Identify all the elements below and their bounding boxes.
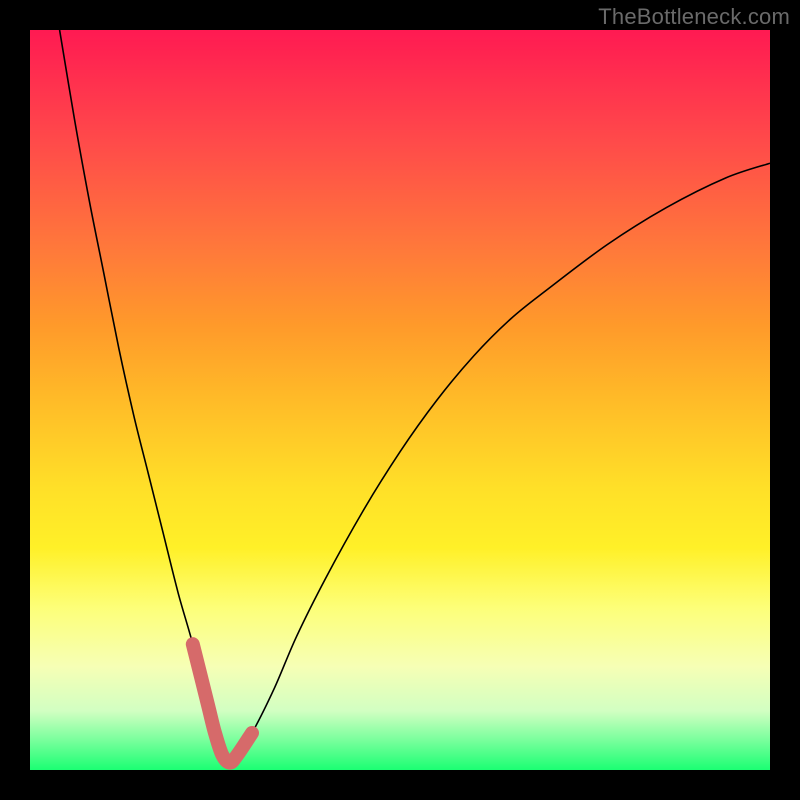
chart-svg bbox=[30, 30, 770, 770]
highlight-bottom bbox=[193, 644, 252, 762]
watermark-text: TheBottleneck.com bbox=[598, 4, 790, 30]
bottleneck-curve bbox=[60, 30, 770, 763]
chart-area bbox=[30, 30, 770, 770]
